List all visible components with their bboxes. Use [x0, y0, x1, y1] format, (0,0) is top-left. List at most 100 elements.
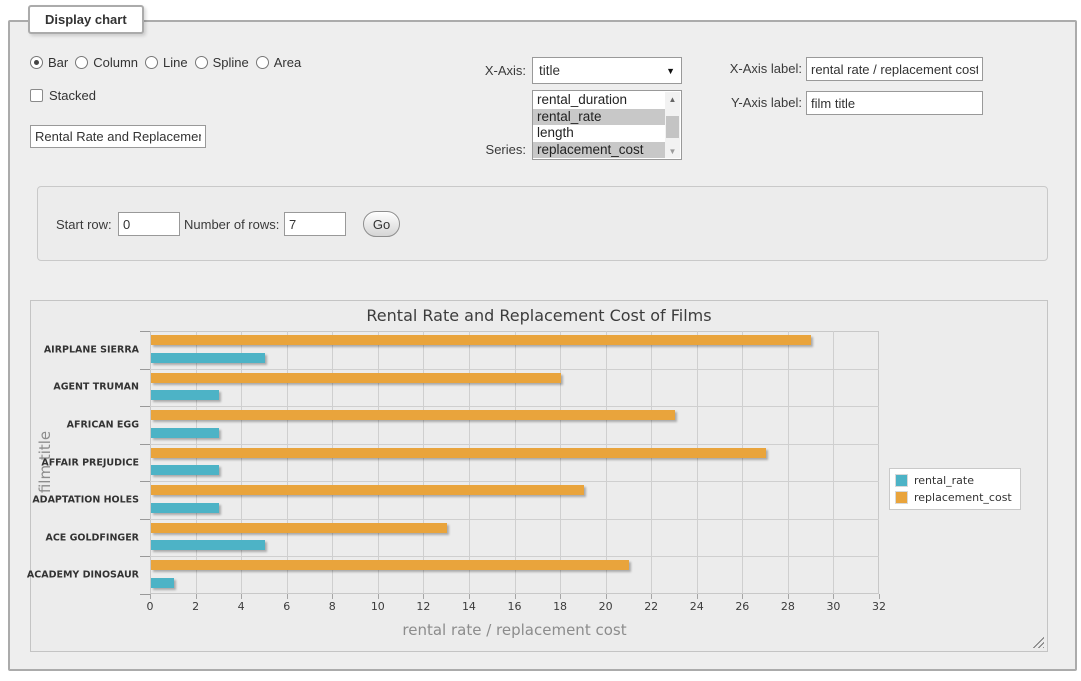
radio-column[interactable]: Column: [75, 55, 138, 70]
x-tick-label: 16: [508, 600, 522, 613]
scroll-up-icon[interactable]: ▲: [665, 92, 680, 106]
number-of-rows-input[interactable]: [284, 212, 346, 236]
chart-row: [151, 331, 878, 369]
number-of-rows-label: Number of rows:: [184, 212, 279, 237]
bar-rental_rate: [151, 503, 219, 513]
chart-row: [151, 519, 878, 557]
bar-rental_rate: [151, 465, 219, 475]
x-tick-label: 26: [735, 600, 749, 613]
x-tick-label: 12: [416, 600, 430, 613]
x-tick-mark: [196, 594, 197, 599]
display-chart-fieldset: Bar Column Line Spline Area Stacked: [8, 20, 1077, 671]
legend-item: rental_rate: [895, 474, 1012, 487]
bar-rental_rate: [151, 578, 174, 588]
x-tick-mark: [378, 594, 379, 599]
y-tick-mark: [140, 519, 150, 520]
x-tick-label: 18: [553, 600, 567, 613]
series-option[interactable]: length: [533, 125, 665, 142]
x-axis-label-input[interactable]: [806, 57, 983, 81]
radio-spline[interactable]: Spline: [195, 55, 249, 70]
bar-replacement_cost: [151, 560, 629, 570]
series-option-list: rental_durationrental_ratelengthreplacem…: [533, 92, 681, 158]
category-label: AFRICAN EGG: [67, 419, 139, 430]
x-tick-label: 4: [238, 600, 245, 613]
x-tick-label: 32: [872, 600, 886, 613]
x-tick-mark: [606, 594, 607, 599]
category-label: AIRPLANE SIERRA: [44, 344, 139, 355]
radio-line[interactable]: Line: [145, 55, 188, 70]
legend-swatch-replacement_cost: [895, 491, 908, 504]
radio-line-label: Line: [163, 55, 188, 70]
y-axis-label-input[interactable]: [806, 91, 983, 115]
radio-column-icon[interactable]: [75, 56, 88, 69]
listbox-scrollbar[interactable]: ▲ ▼: [665, 92, 680, 158]
x-axis-selected-value: title: [539, 63, 666, 78]
radio-bar-label: Bar: [48, 55, 68, 70]
x-tick-label: 14: [462, 600, 476, 613]
x-tick-mark: [833, 594, 834, 599]
radio-bar-icon[interactable]: [30, 56, 43, 69]
stacked-label: Stacked: [49, 88, 96, 103]
bar-replacement_cost: [151, 485, 584, 495]
bar-rental_rate: [151, 353, 265, 363]
x-tick-mark: [469, 594, 470, 599]
category-label: AGENT TRUMAN: [53, 382, 139, 393]
start-row-input[interactable]: [118, 212, 180, 236]
bar-rental_rate: [151, 540, 265, 550]
radio-line-icon[interactable]: [145, 56, 158, 69]
radio-column-label: Column: [93, 55, 138, 70]
x-tick-label: 24: [690, 600, 704, 613]
series-listbox[interactable]: rental_durationrental_ratelengthreplacem…: [532, 90, 682, 160]
bar-rental_rate: [151, 390, 219, 400]
series-option[interactable]: rental_duration: [533, 92, 665, 109]
x-tick-label: 30: [826, 600, 840, 613]
x-axis-title: rental rate / replacement cost: [150, 621, 879, 639]
series-option[interactable]: replacement_cost: [533, 142, 665, 159]
chart-area: Rental Rate and Replacement Cost of Film…: [30, 300, 1048, 652]
chart-title: Rental Rate and Replacement Cost of Film…: [31, 306, 1047, 325]
chart-row: [151, 406, 878, 444]
x-tick-label: 6: [283, 600, 290, 613]
stacked-checkbox[interactable]: [30, 89, 43, 102]
radio-area[interactable]: Area: [256, 55, 301, 70]
radio-bar[interactable]: Bar: [30, 55, 68, 70]
resize-handle-icon[interactable]: [1032, 636, 1044, 648]
x-tick-label: 8: [329, 600, 336, 613]
x-tick-mark: [697, 594, 698, 599]
go-button[interactable]: Go: [363, 211, 400, 237]
legend-swatch-rental_rate: [895, 474, 908, 487]
series-option[interactable]: rental_rate: [533, 109, 665, 126]
x-tick-mark: [241, 594, 242, 599]
chart-row: [151, 481, 878, 519]
radio-area-label: Area: [274, 55, 301, 70]
radio-area-icon[interactable]: [256, 56, 269, 69]
chart-row: [151, 556, 878, 594]
bar-replacement_cost: [151, 335, 811, 345]
x-tick-label: 20: [599, 600, 613, 613]
bar-replacement_cost: [151, 373, 561, 383]
x-tick-mark: [332, 594, 333, 599]
bar-replacement_cost: [151, 448, 766, 458]
chevron-down-icon: ▼: [666, 66, 675, 76]
start-row-label: Start row:: [56, 212, 112, 237]
category-label: ACADEMY DINOSAUR: [27, 570, 139, 581]
radio-spline-icon[interactable]: [195, 56, 208, 69]
scrollbar-thumb[interactable]: [666, 116, 679, 138]
x-axis-select-label: X-Axis:: [450, 57, 526, 84]
x-tick-mark: [515, 594, 516, 599]
x-tick-mark: [879, 594, 880, 599]
chart-title-input[interactable]: [30, 125, 206, 148]
y-tick-mark: [140, 406, 150, 407]
x-axis-label-caption: X-Axis label:: [710, 57, 802, 80]
x-tick-label: 28: [781, 600, 795, 613]
chart-type-radio-group: Bar Column Line Spline Area: [30, 55, 301, 70]
x-tick-label: 0: [147, 600, 154, 613]
chart-row: [151, 369, 878, 407]
y-tick-mark: [140, 369, 150, 370]
x-tick-mark: [742, 594, 743, 599]
bar-replacement_cost: [151, 410, 675, 420]
x-tick-mark: [651, 594, 652, 599]
chart-legend: rental_ratereplacement_cost: [889, 468, 1021, 510]
x-axis-select[interactable]: title ▼: [532, 57, 682, 84]
scroll-down-icon[interactable]: ▼: [665, 144, 680, 158]
